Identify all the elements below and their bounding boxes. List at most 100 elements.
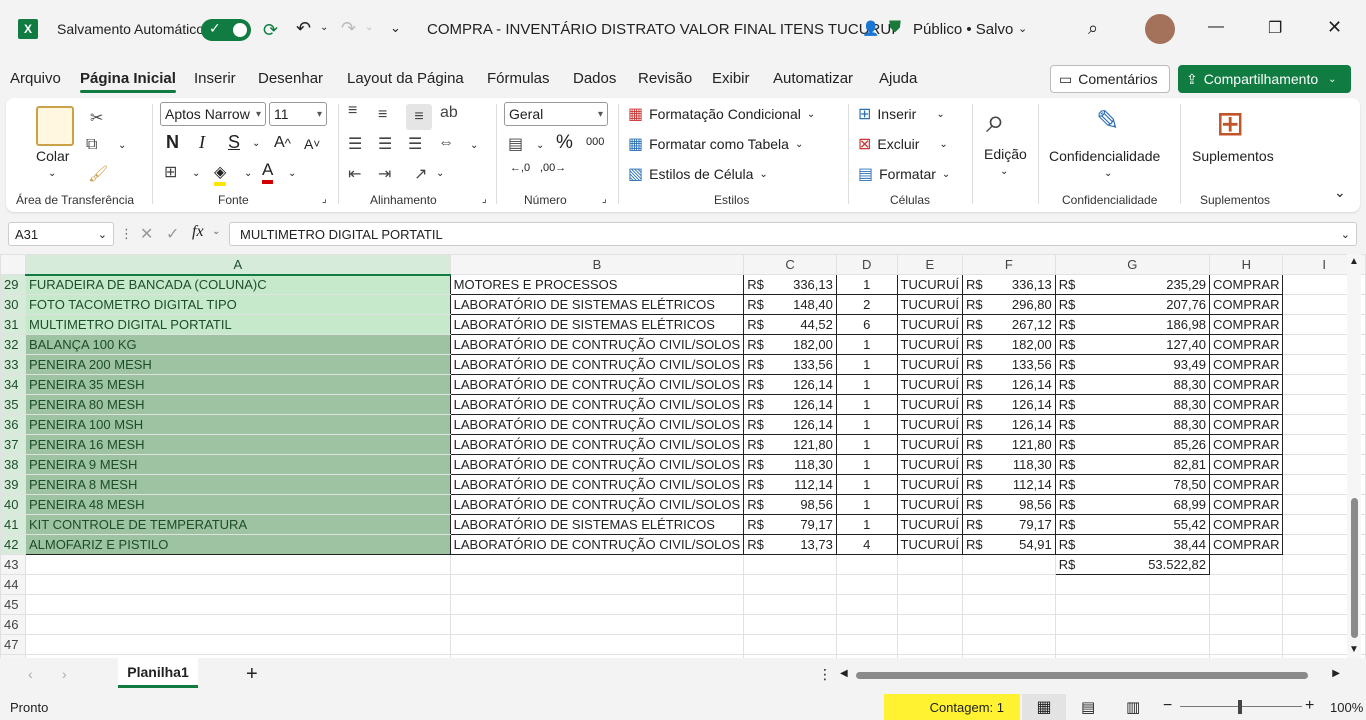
people-icon[interactable]: 👤 bbox=[862, 20, 879, 37]
cell-empty[interactable] bbox=[743, 594, 837, 615]
row-header[interactable]: 43 bbox=[0, 554, 26, 575]
cell-empty[interactable] bbox=[835, 634, 898, 655]
zoom-in-icon[interactable]: + bbox=[1305, 697, 1314, 715]
tab-layout[interactable]: Layout da Página bbox=[347, 70, 464, 87]
chevron-down-icon[interactable]: ⌄ bbox=[1000, 166, 1008, 177]
cell-empty[interactable] bbox=[449, 594, 745, 615]
cell-total-price[interactable]: R$ 54,91 bbox=[962, 534, 1056, 555]
cell-city[interactable]: TUCURUÍ bbox=[896, 394, 964, 415]
chevron-down-icon[interactable]: ⌄ bbox=[1104, 168, 1112, 179]
redo-dropdown-icon[interactable]: ⌄ bbox=[365, 22, 373, 33]
vertical-scroll-thumb[interactable] bbox=[1351, 498, 1358, 638]
tab-dados[interactable]: Dados bbox=[573, 70, 616, 87]
cell-item-name[interactable]: PENEIRA 16 MESH bbox=[24, 434, 451, 455]
cell-empty[interactable] bbox=[24, 574, 451, 595]
cell-total-price[interactable]: R$ 126,14 bbox=[962, 414, 1056, 435]
search-icon[interactable]: ⌕ bbox=[1088, 18, 1098, 39]
merge-center-icon[interactable]: ⇔ bbox=[438, 134, 454, 152]
decrease-indent-icon[interactable]: ⇤ bbox=[348, 164, 361, 184]
autosave-toggle[interactable]: ✓ bbox=[201, 19, 251, 41]
cell-final-value[interactable]: R$ 88,30 bbox=[1054, 414, 1211, 435]
column-header-d[interactable]: D bbox=[835, 254, 898, 275]
orientation-dropdown-icon[interactable]: ⌄ bbox=[436, 168, 444, 179]
row-header[interactable]: 34 bbox=[0, 374, 26, 395]
decrease-decimal-icon[interactable]: ,00→ bbox=[540, 162, 566, 174]
cell-final-value[interactable]: R$ 68,99 bbox=[1054, 494, 1211, 515]
format-painter-icon[interactable]: 🖌 bbox=[88, 164, 108, 184]
tab-ajuda[interactable]: Ajuda bbox=[879, 70, 917, 87]
cell-empty[interactable] bbox=[896, 574, 964, 595]
restore-icon[interactable]: ❐ bbox=[1268, 18, 1282, 38]
cell-unit-price[interactable]: R$ 126,14 bbox=[743, 414, 837, 435]
cell-empty[interactable] bbox=[1054, 634, 1211, 655]
tab-automatizar[interactable]: Automatizar bbox=[773, 70, 853, 87]
cell-item-name[interactable]: PENEIRA 80 MESH bbox=[24, 394, 451, 415]
conditional-format-button[interactable]: ▦ Formatação Condicional ⌄ bbox=[628, 104, 815, 124]
scroll-up-icon[interactable]: ▲ bbox=[1349, 256, 1359, 267]
accounting-dropdown-icon[interactable]: ⌄ bbox=[536, 140, 544, 151]
cell-empty[interactable] bbox=[896, 614, 964, 635]
cell-unit-price[interactable]: R$ 112,14 bbox=[743, 474, 837, 495]
formula-input[interactable]: MULTIMETRO DIGITAL PORTATIL ⌄ bbox=[229, 222, 1357, 246]
row-header[interactable]: 45 bbox=[0, 594, 26, 615]
row-header[interactable]: 41 bbox=[0, 514, 26, 535]
cell-quantity[interactable]: 1 bbox=[835, 354, 898, 375]
cell-empty[interactable] bbox=[1209, 594, 1284, 615]
cell-lab[interactable]: LABORATÓRIO DE CONTRUÇÃO CIVIL/SOLOS bbox=[449, 454, 745, 475]
row-header[interactable]: 44 bbox=[0, 574, 26, 595]
cell-action[interactable]: COMPRAR bbox=[1209, 394, 1284, 415]
cell-empty[interactable] bbox=[24, 554, 451, 575]
cell-empty[interactable] bbox=[962, 634, 1056, 655]
cell-action[interactable]: COMPRAR bbox=[1209, 414, 1284, 435]
cell-final-value[interactable]: R$ 88,30 bbox=[1054, 374, 1211, 395]
cell-lab[interactable]: LABORATÓRIO DE SISTEMAS ELÉTRICOS bbox=[449, 294, 745, 315]
merge-dropdown-icon[interactable]: ⌄ bbox=[470, 140, 478, 151]
cell-city[interactable]: TUCURUÍ bbox=[896, 414, 964, 435]
cell-empty[interactable] bbox=[743, 614, 837, 635]
sheet-tab-planilha1[interactable]: Planilha1 bbox=[118, 658, 198, 688]
row-header[interactable]: 32 bbox=[0, 334, 26, 355]
row-header[interactable]: 47 bbox=[0, 634, 26, 655]
cell-empty[interactable] bbox=[449, 554, 745, 575]
cell-lab[interactable]: LABORATÓRIO DE CONTRUÇÃO CIVIL/SOLOS bbox=[449, 374, 745, 395]
select-all-corner[interactable] bbox=[0, 254, 26, 275]
cell-unit-price[interactable]: R$ 148,40 bbox=[743, 294, 837, 315]
underline-dropdown-icon[interactable]: ⌄ bbox=[252, 138, 260, 149]
comments-button[interactable]: ▭ Comentários bbox=[1050, 65, 1170, 93]
cell-empty[interactable] bbox=[743, 554, 837, 575]
font-color-icon[interactable]: A bbox=[262, 160, 274, 184]
cell-total-price[interactable]: R$ 267,12 bbox=[962, 314, 1056, 335]
cell-total-price[interactable]: R$ 126,14 bbox=[962, 394, 1056, 415]
cell-action[interactable]: COMPRAR bbox=[1209, 294, 1284, 315]
cell-total-price[interactable]: R$ 79,17 bbox=[962, 514, 1056, 535]
cell-total-price[interactable]: R$ 296,80 bbox=[962, 294, 1056, 315]
delete-cells-button[interactable]: ⊠ Excluir ⌄ bbox=[858, 134, 948, 154]
decrease-font-icon[interactable]: A ˅ bbox=[304, 136, 320, 152]
cell-final-value[interactable]: R$ 127,40 bbox=[1054, 334, 1211, 355]
insert-cells-button[interactable]: ⊞ Inserir ⌄ bbox=[858, 104, 945, 124]
worksheet-grid[interactable]: A B C D E F G H I 29 FURADEIRA DE BANCADA… bbox=[0, 254, 1366, 658]
column-header-e[interactable]: E bbox=[896, 254, 964, 275]
page-layout-view-icon[interactable]: ▤ bbox=[1081, 698, 1095, 716]
scroll-right-icon[interactable]: ▶ bbox=[1332, 668, 1340, 679]
cell-unit-price[interactable]: R$ 336,13 bbox=[743, 274, 837, 295]
cell-lab[interactable]: MOTORES E PROCESSOS bbox=[449, 274, 745, 295]
tab-exibir[interactable]: Exibir bbox=[712, 70, 750, 87]
cell-city[interactable]: TUCURUÍ bbox=[896, 474, 964, 495]
column-header-c[interactable]: C bbox=[743, 254, 837, 275]
cell-action[interactable]: COMPRAR bbox=[1209, 514, 1284, 535]
cell-item-name[interactable]: PENEIRA 48 MESH bbox=[24, 494, 451, 515]
undo-icon[interactable]: ↶ bbox=[296, 18, 311, 39]
cell-empty[interactable] bbox=[1054, 594, 1211, 615]
column-header-f[interactable]: F bbox=[962, 254, 1056, 275]
cell-empty[interactable] bbox=[1209, 554, 1284, 575]
cell-city[interactable]: TUCURUÍ bbox=[896, 274, 964, 295]
cell-lab[interactable]: LABORATÓRIO DE SISTEMAS ELÉTRICOS bbox=[449, 314, 745, 335]
enter-icon[interactable]: ✓ bbox=[166, 224, 179, 244]
row-header[interactable]: 38 bbox=[0, 454, 26, 475]
cell-empty[interactable] bbox=[896, 634, 964, 655]
name-box[interactable]: A31 ⌄ bbox=[8, 222, 114, 246]
cell-action[interactable]: COMPRAR bbox=[1209, 454, 1284, 475]
cell-city[interactable]: TUCURUÍ bbox=[896, 454, 964, 475]
cell-city[interactable]: TUCURUÍ bbox=[896, 514, 964, 535]
